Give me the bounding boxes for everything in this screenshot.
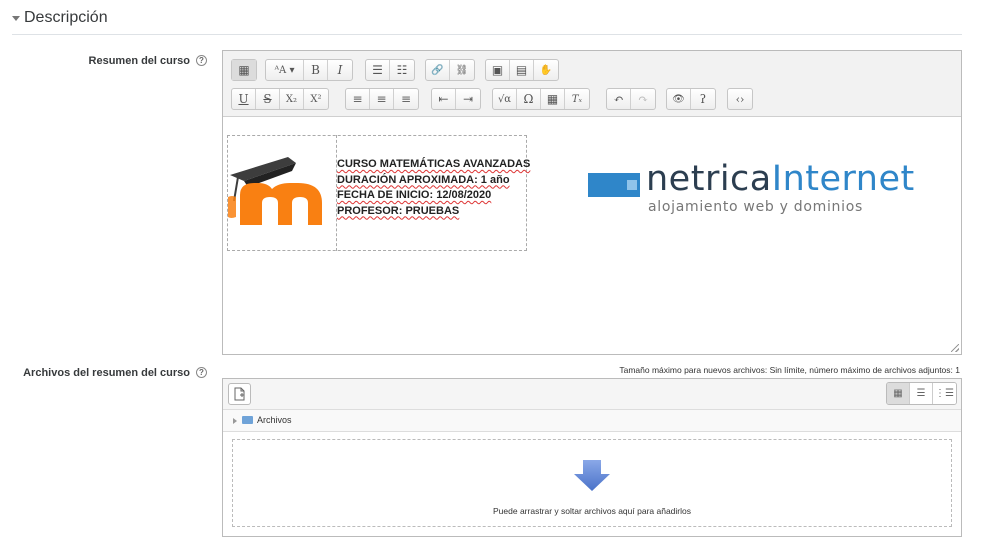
course-duration-line: DURACIÓN APROXIMADA: 1 año xyxy=(337,173,510,186)
summary-editor[interactable]: ▦ ᴬA ▾ B I ☰ ☷ 🔗 ⛓ ▣ ▤ ✋ U S X₂ X² ≡ ≡ ≡… xyxy=(222,50,962,355)
folder-icon xyxy=(242,416,253,424)
media-icon[interactable]: ▤ xyxy=(510,60,534,80)
file-path-bar: Archivos xyxy=(223,410,961,432)
toolbar-group: ≡ ≡ ≡ xyxy=(345,88,419,110)
netrica-name-part1: netrica xyxy=(646,159,772,199)
file-manager-toolbar: ▦ ☰ ⋮☰ xyxy=(223,379,961,410)
equation-icon[interactable]: √α xyxy=(493,89,517,109)
toolbar-group: ⇤ ⇥ xyxy=(431,88,481,110)
image-icon[interactable]: ▣ xyxy=(486,60,510,80)
download-arrow-icon xyxy=(574,460,610,491)
summary-label: Resumen del curso xyxy=(88,55,190,67)
redo-icon[interactable]: ↷ xyxy=(631,89,655,109)
expand-arrow-icon[interactable] xyxy=(233,418,237,424)
section-title[interactable]: Descripción xyxy=(24,9,108,27)
netrica-tagline: alojamiento web y dominios xyxy=(648,199,863,215)
ordered-list-icon[interactable]: ☷ xyxy=(390,60,414,80)
section-header-descripcion[interactable]: Descripción xyxy=(12,8,962,35)
drop-zone[interactable]: Puede arrastrar y soltar archivos aquí p… xyxy=(232,439,952,527)
editor-content[interactable]: CURSO MATEMÁTICAS AVANZADAS DURACIÓN APR… xyxy=(223,117,961,354)
manage-files-icon[interactable]: ✋ xyxy=(534,60,558,80)
files-label: Archivos del resumen del curso xyxy=(23,367,190,379)
collapse-caret-icon[interactable] xyxy=(12,16,20,21)
unordered-list-icon[interactable]: ☰ xyxy=(366,60,390,80)
editor-toolbar: ▦ ᴬA ▾ B I ☰ ☷ 🔗 ⛓ ▣ ▤ ✋ U S X₂ X² ≡ ≡ ≡… xyxy=(223,51,961,117)
max-files-info: Tamaño máximo para nuevos archivos: Sin … xyxy=(619,365,960,375)
bold-icon[interactable]: B xyxy=(304,60,328,80)
subscript-icon[interactable]: X₂ xyxy=(280,89,304,109)
tree-view-icon[interactable]: ⋮☰ xyxy=(933,383,956,404)
toolbar-group: ↶ ↷ xyxy=(606,88,656,110)
add-file-button[interactable] xyxy=(228,383,251,405)
view-toggle: ▦ ☰ ⋮☰ xyxy=(886,382,957,405)
toolbar-group: ‹› xyxy=(727,88,753,110)
underline-icon[interactable]: U xyxy=(232,89,256,109)
resize-handle-icon[interactable] xyxy=(951,344,959,352)
link-icon[interactable]: 🔗 xyxy=(426,60,450,80)
superscript-icon[interactable]: X² xyxy=(304,89,328,109)
moodle-logo xyxy=(228,157,322,225)
drop-zone-text: Puede arrastrar y soltar archivos aquí p… xyxy=(493,506,691,516)
align-right-icon[interactable]: ≡ xyxy=(394,89,418,109)
unlink-icon[interactable]: ⛓ xyxy=(450,60,474,80)
netrica-name: netricaInternet xyxy=(646,159,915,199)
toolbar-group: ᴬA ▾ B I xyxy=(265,59,353,81)
align-left-icon[interactable]: ≡ xyxy=(346,89,370,109)
course-teacher-line: PROFESOR: PRUEBAS xyxy=(337,204,460,217)
toolbar-group: ☰ ☷ xyxy=(365,59,415,81)
italic-icon[interactable]: I xyxy=(328,60,352,80)
toolbar-group: 👁 ʔ xyxy=(666,88,716,110)
toolbar-group: ▦ xyxy=(231,59,257,81)
file-manager: ▦ ☰ ⋮☰ Archivos Puede arrastrar y soltar… xyxy=(222,378,962,537)
undo-icon[interactable]: ↶ xyxy=(607,89,631,109)
ear-icon[interactable]: ʔ xyxy=(691,89,715,109)
netrica-bar-icon xyxy=(588,173,640,197)
list-view-icon[interactable]: ☰ xyxy=(910,383,933,404)
help-icon[interactable]: ? xyxy=(196,55,207,66)
clear-formatting-icon[interactable]: Tₓ xyxy=(565,89,589,109)
eye-slash-icon[interactable]: 👁 xyxy=(667,89,691,109)
outdent-icon[interactable]: ⇤ xyxy=(432,89,456,109)
grid-view-icon[interactable]: ▦ xyxy=(887,383,910,404)
indent-icon[interactable]: ⇥ xyxy=(456,89,480,109)
font-style-icon[interactable]: ᴬA ▾ xyxy=(266,60,304,80)
toolbar-group: √α Ω ▦ Tₓ xyxy=(492,88,590,110)
omega-icon[interactable]: Ω xyxy=(517,89,541,109)
course-title-line: CURSO MATEMÁTICAS AVANZADAS xyxy=(337,158,531,170)
align-center-icon[interactable]: ≡ xyxy=(370,89,394,109)
toolbar-group: 🔗 ⛓ xyxy=(425,59,475,81)
toolbar-group: ▣ ▤ ✋ xyxy=(485,59,559,81)
netrica-name-part2: Internet xyxy=(771,159,915,199)
add-file-icon xyxy=(234,387,244,401)
path-folder-label[interactable]: Archivos xyxy=(257,415,292,425)
toolbar-group: U S X₂ X² xyxy=(231,88,329,110)
course-start-line: FECHA DE INICIO: 12/08/2020 xyxy=(337,189,492,201)
table-icon[interactable]: ▦ xyxy=(541,89,565,109)
help-icon[interactable]: ? xyxy=(196,367,207,378)
strikethrough-icon[interactable]: S xyxy=(256,89,280,109)
toolbar-toggle-icon[interactable]: ▦ xyxy=(232,60,256,80)
course-info: CURSO MATEMÁTICAS AVANZADAS DURACIÓN APR… xyxy=(337,157,530,219)
code-icon[interactable]: ‹› xyxy=(728,89,752,109)
